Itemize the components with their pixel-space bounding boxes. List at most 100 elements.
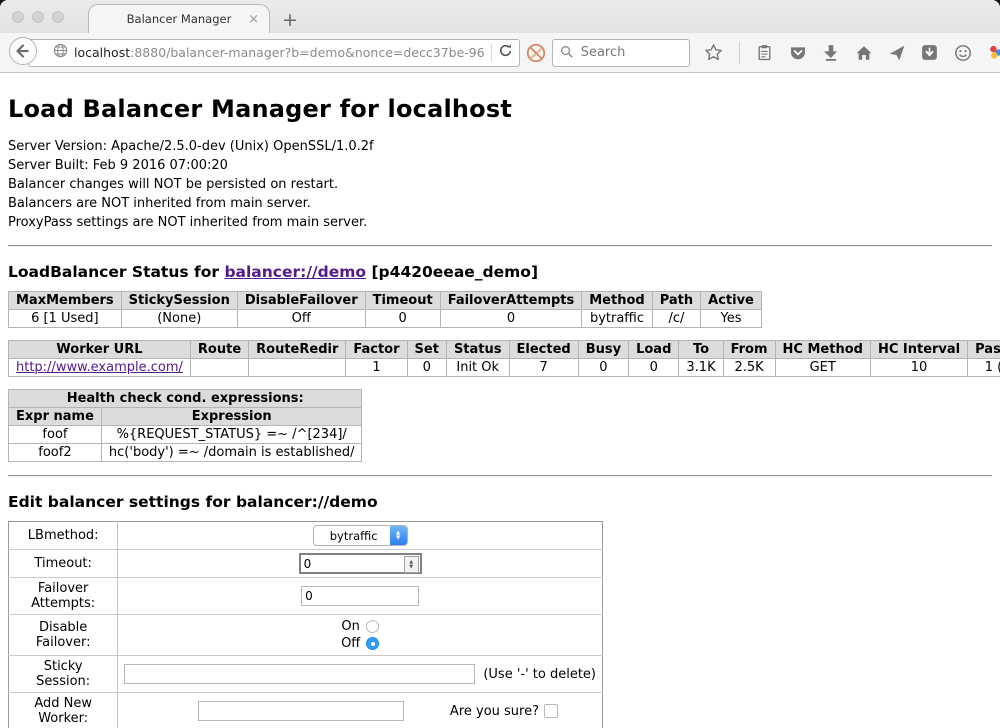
server-built-line: Server Built: Feb 9 2016 07:00:20 bbox=[8, 156, 992, 175]
col-disablefailover: DisableFailover bbox=[237, 292, 365, 310]
cell-route bbox=[190, 359, 248, 377]
col-worker-url: Worker URL bbox=[9, 341, 191, 359]
downloads-icon[interactable] bbox=[821, 42, 841, 64]
cell-expr-name: foof2 bbox=[9, 444, 102, 462]
col-from: From bbox=[723, 341, 775, 359]
send-tab-icon[interactable] bbox=[887, 42, 907, 64]
globe-icon bbox=[53, 43, 68, 62]
form-row-sticky-session: Sticky Session: (Use '-' to delete) bbox=[9, 656, 603, 693]
col-route: Route bbox=[190, 341, 248, 359]
cell-path: /c/ bbox=[652, 310, 700, 328]
balancer-status-table: MaxMembers StickySession DisableFailover… bbox=[8, 291, 762, 328]
lbmethod-label: LBmethod: bbox=[9, 522, 118, 550]
cell-routeredir bbox=[249, 359, 346, 377]
tab-balancer-manager[interactable]: Balancer Manager × bbox=[88, 4, 270, 33]
new-tab-button[interactable]: + bbox=[282, 9, 298, 31]
table-header-row: Expr name Expression bbox=[9, 408, 362, 426]
cell-expr-name: foof bbox=[9, 426, 102, 444]
back-button[interactable] bbox=[8, 36, 38, 70]
worker-url-link[interactable]: http://www.example.com/ bbox=[16, 360, 183, 375]
sticky-session-input[interactable] bbox=[124, 664, 475, 684]
col-to: To bbox=[679, 341, 723, 359]
url-host: localhost bbox=[74, 45, 130, 60]
divider bbox=[8, 475, 992, 477]
worker-table: Worker URL Route RouteRedir Factor Set S… bbox=[8, 340, 1000, 377]
addon-download-icon[interactable] bbox=[920, 42, 940, 64]
cell-hc-method: GET bbox=[775, 359, 870, 377]
status-heading-prefix: LoadBalancer Status for bbox=[8, 263, 224, 281]
close-window-button[interactable] bbox=[12, 11, 24, 23]
zoom-window-button[interactable] bbox=[52, 11, 64, 23]
failover-attempts-input[interactable] bbox=[301, 586, 419, 606]
toolbar-divider bbox=[739, 42, 740, 64]
form-row-lbmethod: LBmethod: bytraffic ▲▼ bbox=[9, 522, 603, 550]
feedback-smiley-icon[interactable] bbox=[953, 42, 973, 64]
disable-failover-value-cell: On Off bbox=[118, 615, 603, 656]
url-bar[interactable]: localhost:8880/balancer-manager?b=demo&n… bbox=[28, 39, 520, 67]
url-text[interactable]: localhost:8880/balancer-manager?b=demo&n… bbox=[74, 45, 485, 60]
lbmethod-select[interactable]: bytraffic ▲▼ bbox=[313, 525, 408, 546]
sticky-session-label: Sticky Session: bbox=[9, 656, 118, 693]
col-factor: Factor bbox=[346, 341, 407, 359]
cell-expression: hc('body') =~ /domain is established/ bbox=[101, 444, 362, 462]
cell-passes: 1 (0) bbox=[968, 359, 1000, 377]
sticky-session-value-cell: (Use '-' to delete) bbox=[118, 656, 603, 693]
expr-row: foof2 hc('body') =~ /domain is establish… bbox=[9, 444, 362, 462]
balancer-status-heading: LoadBalancer Status for balancer://demo … bbox=[8, 263, 992, 281]
navigation-toolbar: localhost:8880/balancer-manager?b=demo&n… bbox=[0, 33, 1000, 73]
lbmethod-value-cell: bytraffic ▲▼ bbox=[118, 522, 603, 550]
col-elected: Elected bbox=[509, 341, 578, 359]
divider bbox=[8, 245, 992, 247]
radio-line-off: Off bbox=[124, 635, 596, 652]
adblock-icon[interactable] bbox=[526, 42, 546, 64]
col-method: Method bbox=[582, 292, 652, 310]
home-icon[interactable] bbox=[854, 42, 874, 64]
are-you-sure-group: Are you sure? bbox=[450, 704, 558, 719]
col-path: Path bbox=[652, 292, 700, 310]
cell-expression: %{REQUEST_STATUS} =~ /^[234]/ bbox=[101, 426, 362, 444]
cell-failoverattempts: 0 bbox=[440, 310, 582, 328]
failover-attempts-label: Failover Attempts: bbox=[9, 578, 118, 615]
radio-on-option[interactable] bbox=[366, 620, 379, 633]
number-stepper-icon[interactable]: ▲▼ bbox=[404, 556, 419, 573]
add-worker-input[interactable] bbox=[198, 701, 404, 721]
cell-method: bytraffic bbox=[582, 310, 652, 328]
persist-notice-line: Balancer changes will NOT be persisted o… bbox=[8, 175, 992, 194]
search-bar[interactable] bbox=[552, 39, 690, 67]
table-row: 6 [1 Used] (None) Off 0 0 bytraffic /c/ … bbox=[9, 310, 762, 328]
radio-off-option[interactable] bbox=[366, 637, 379, 650]
url-path: :8880/balancer-manager?b=demo&nonce=decc… bbox=[130, 45, 485, 60]
tab-close-icon[interactable]: × bbox=[248, 13, 259, 26]
pocket-icon[interactable] bbox=[788, 42, 808, 64]
minimize-window-button[interactable] bbox=[32, 11, 44, 23]
cell-load: 0 bbox=[629, 359, 679, 377]
proxypass-notice-line: ProxyPass settings are NOT inherited fro… bbox=[8, 213, 992, 232]
search-input[interactable] bbox=[579, 44, 682, 61]
cell-active: Yes bbox=[701, 310, 762, 328]
status-heading-suffix: [p4420eeae_demo] bbox=[366, 263, 538, 281]
col-busy: Busy bbox=[578, 341, 628, 359]
sticky-session-note: (Use '-' to delete) bbox=[483, 667, 596, 682]
table-header-row: Worker URL Route RouteRedir Factor Set S… bbox=[9, 341, 1000, 359]
balancer-demo-link[interactable]: balancer://demo bbox=[224, 263, 366, 281]
lbmethod-selected-value: bytraffic bbox=[314, 526, 390, 545]
bookmark-star-icon[interactable] bbox=[704, 42, 724, 64]
health-table-title: Health check cond. expressions: bbox=[9, 390, 362, 408]
are-you-sure-label: Are you sure? bbox=[450, 704, 539, 719]
tab-title: Balancer Manager bbox=[127, 12, 232, 26]
col-status: Status bbox=[446, 341, 509, 359]
colors-addon-icon[interactable] bbox=[986, 42, 1000, 64]
are-you-sure-checkbox[interactable] bbox=[544, 704, 558, 718]
page-content: Load Balancer Manager for localhost Serv… bbox=[0, 73, 1000, 728]
table-title-row: Health check cond. expressions: bbox=[9, 390, 362, 408]
col-routeredir: RouteRedir bbox=[249, 341, 346, 359]
cell-worker-url: http://www.example.com/ bbox=[9, 359, 191, 377]
cell-status: Init Ok bbox=[446, 359, 509, 377]
col-failoverattempts: FailoverAttempts bbox=[440, 292, 582, 310]
cell-busy: 0 bbox=[578, 359, 628, 377]
reading-list-icon[interactable] bbox=[755, 42, 775, 64]
expr-row: foof %{REQUEST_STATUS} =~ /^[234]/ bbox=[9, 426, 362, 444]
col-expression: Expression bbox=[101, 408, 362, 426]
reload-icon[interactable] bbox=[498, 43, 513, 62]
select-stepper-icon: ▲▼ bbox=[390, 526, 407, 545]
